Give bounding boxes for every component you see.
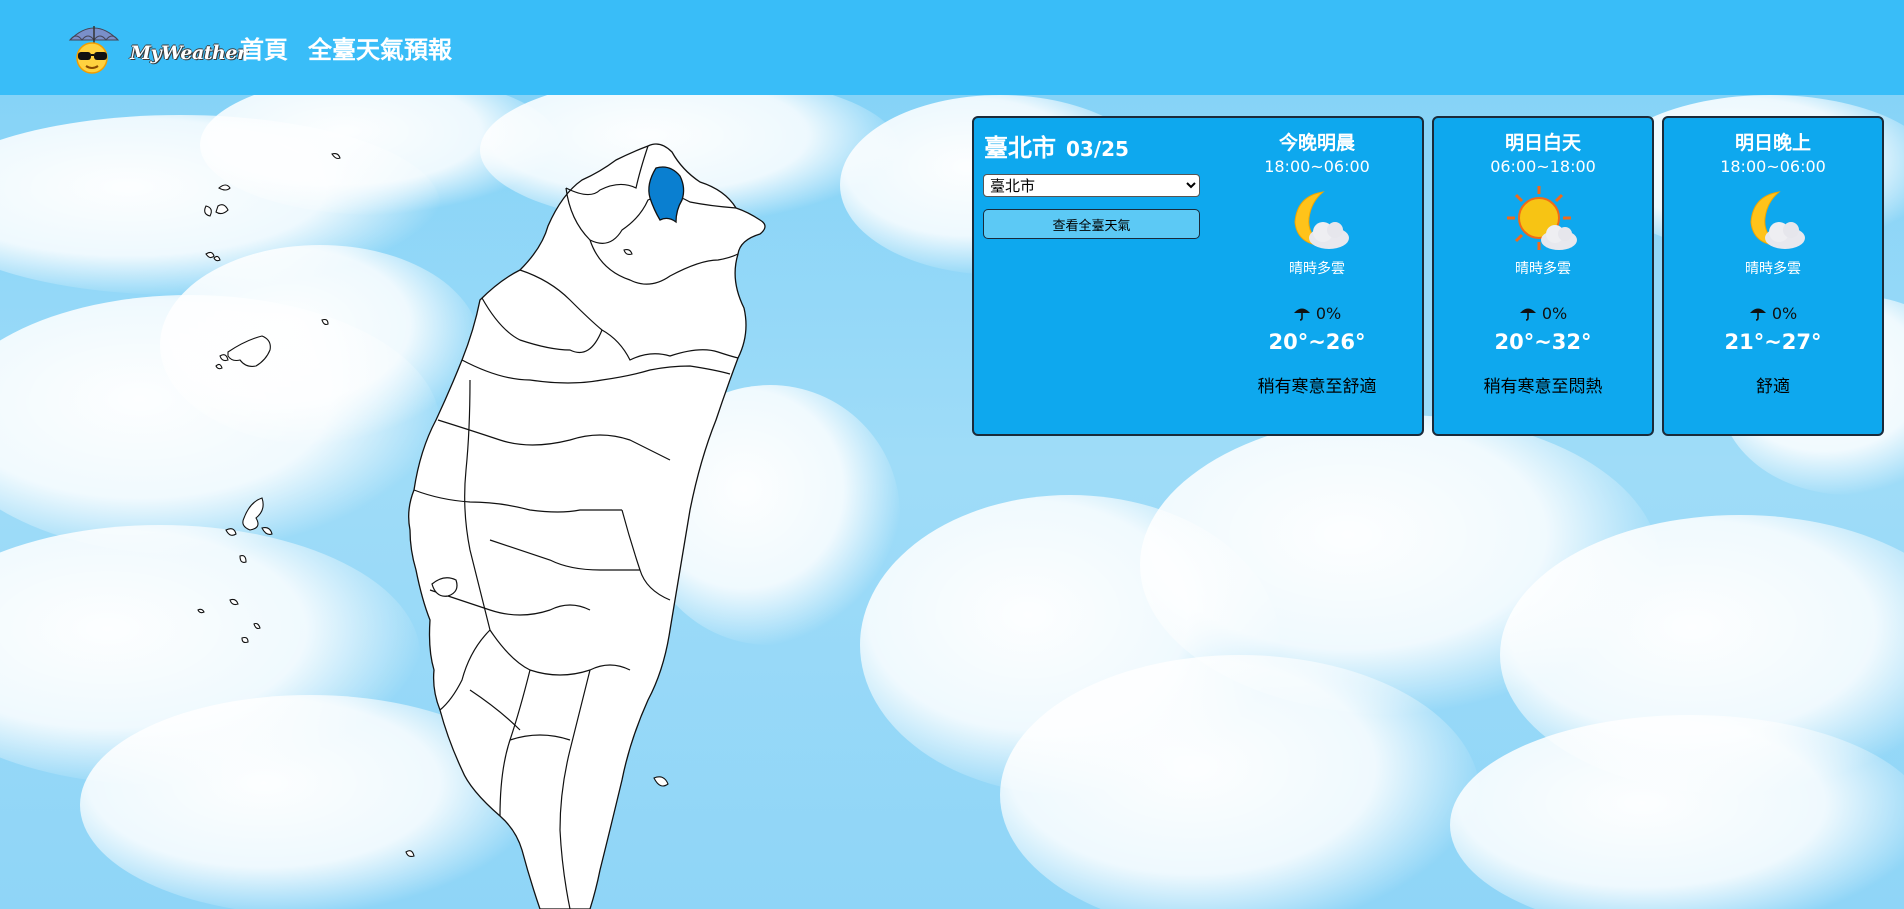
- moon-cloud-icon: [1294, 191, 1349, 249]
- forecast-rain: 0%: [1210, 304, 1424, 323]
- city-name: 臺北市: [984, 134, 1056, 162]
- nav-all-taiwan-forecast[interactable]: 全臺天氣預報: [308, 30, 452, 65]
- forecast-card-tonight: 今晚明晨 18:00~06:00 晴時多雲 0% 20°~26° 稍有寒意至舒適: [1210, 118, 1424, 434]
- sun-umbrella-icon: [68, 26, 120, 74]
- forecast-card-inner: 明日白天 06:00~18:00 晴時多雲 0% 20°~32° 稍有寒意至悶熱: [1434, 118, 1652, 434]
- taiwan-map: [170, 130, 790, 909]
- forecast-time: 18:00~06:00: [1264, 157, 1370, 176]
- umbrella-icon: [1519, 308, 1536, 321]
- logo-text: MyWeather: [130, 42, 247, 64]
- moon-cloud-icon: [1750, 191, 1805, 249]
- forecast-panel-main: 臺北市 03/25 臺北市 查看全臺天氣 今晚明晨 18:00~06:00 晴時多…: [972, 116, 1424, 436]
- rain-value: 0%: [1315, 304, 1342, 323]
- forecast-card-tomorrow-day: 明日白天 06:00~18:00 晴時多雲 0% 20°~32° 稍有寒意至悶熱: [1432, 116, 1654, 436]
- forecast-title: 明日白天: [1504, 132, 1581, 154]
- forecast-time: 18:00~06:00: [1720, 157, 1826, 176]
- umbrella-icon: [1749, 308, 1766, 321]
- nav-home[interactable]: 首頁: [240, 30, 288, 65]
- rain-value: 0%: [1541, 304, 1568, 323]
- forecast-comfort: 舒適: [1756, 377, 1790, 397]
- forecast-card-tomorrow-night: 明日晚上 18:00~06:00 晴時多雲 0% 21°~27° 舒適: [1662, 116, 1884, 436]
- forecast-rain: 0%: [1664, 304, 1882, 323]
- forecast-comfort: 稍有寒意至舒適: [1257, 377, 1377, 397]
- forecast-comfort: 稍有寒意至悶熱: [1483, 377, 1603, 397]
- forecast-desc: 晴時多雲: [1289, 261, 1345, 277]
- forecast-temp: 20°~26°: [1268, 330, 1366, 354]
- forecast-title: 今晚明晨: [1278, 132, 1355, 154]
- forecast-time: 06:00~18:00: [1490, 157, 1596, 176]
- forecast-title: 明日晚上: [1734, 132, 1811, 154]
- forecast-desc: 晴時多雲: [1515, 261, 1571, 277]
- forecast-temp: 20°~32°: [1494, 330, 1592, 354]
- city-title: 臺北市 03/25: [984, 128, 1129, 163]
- logo[interactable]: MyWeather: [66, 22, 247, 78]
- taiwan-map-svg: [197, 143, 766, 909]
- forecast-card-inner: 明日晚上 18:00~06:00 晴時多雲 0% 21°~27° 舒適: [1664, 118, 1882, 434]
- rain-value: 0%: [1771, 304, 1798, 323]
- city-select[interactable]: 臺北市: [983, 174, 1200, 197]
- taiwan-island: [408, 143, 766, 909]
- forecast-desc: 晴時多雲: [1745, 261, 1801, 277]
- view-all-taiwan-button[interactable]: 查看全臺天氣: [983, 209, 1200, 239]
- sun-cloud-icon: [1507, 186, 1577, 250]
- city-date: 03/25: [1066, 137, 1129, 161]
- forecast-temp: 21°~27°: [1724, 330, 1822, 354]
- forecast-rain: 0%: [1434, 304, 1652, 323]
- top-navbar: MyWeather 首頁 全臺天氣預報: [0, 0, 1904, 95]
- umbrella-icon: [1293, 308, 1310, 321]
